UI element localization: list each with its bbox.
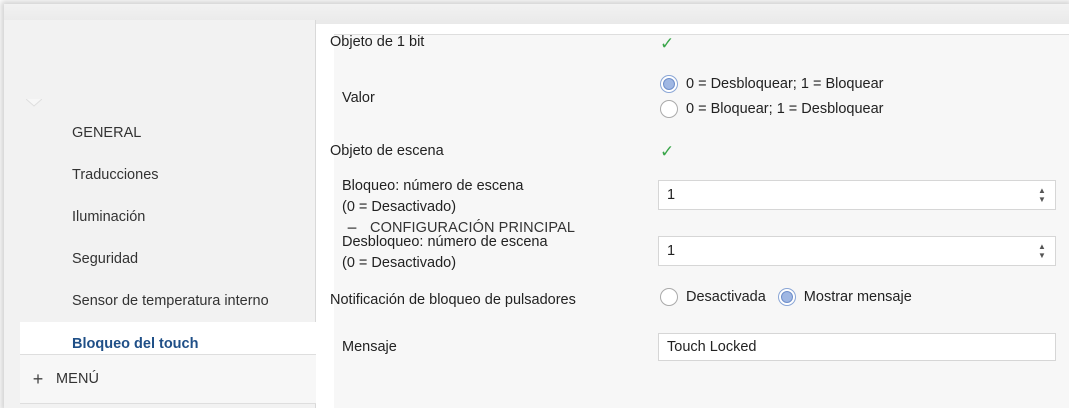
bloqueo-label-line2: (0 = Desactivado) [342, 199, 457, 215]
sidebar-item-seguridad[interactable]: Seguridad [20, 238, 316, 280]
valor-option-1[interactable]: 0 = Desbloquear; 1 = Bloquear [660, 75, 884, 93]
sidebar: − CONFIGURACIÓN PRINCIPAL GENERAL Traduc… [4, 20, 1069, 408]
obj-1bit-checkbox[interactable]: ✓ [660, 36, 676, 53]
desbloqueo-label-line1: Desbloqueo: número de escena [342, 234, 548, 250]
sidebar-item-label: Sensor de temperatura interno [72, 293, 269, 309]
input-value: Touch Locked [667, 339, 757, 355]
notificacion-label: Notificación de bloqueo de pulsadores [330, 292, 576, 308]
mensaje-label: Mensaje [342, 339, 397, 355]
expand-icon: + [32, 368, 44, 389]
desbloqueo-scene-stepper[interactable]: 1 ▲ ▼ [658, 236, 1056, 266]
radio-button-selected[interactable] [660, 75, 678, 93]
sidebar-item-label: Bloqueo del touch [72, 336, 199, 352]
sidebar-item-label: GENERAL [72, 125, 142, 141]
radio-button-selected[interactable] [777, 288, 796, 306]
sidebar-item-label: Traducciones [72, 167, 159, 183]
notificacion-options: Desactivada Mostrar mensaje [660, 288, 912, 306]
desbloqueo-label-line2: (0 = Desactivado) [342, 255, 457, 271]
sidebar-item-general[interactable]: GENERAL [20, 112, 316, 154]
sidebar-items: GENERAL Traducciones Iluminación Segurid… [20, 100, 318, 366]
bloqueo-label-line1: Bloqueo: número de escena [342, 178, 524, 194]
chevron-up-icon[interactable]: ▲ [1037, 242, 1047, 251]
valor-label: Valor [342, 90, 375, 106]
stepper-arrows-icon[interactable]: ▲ ▼ [1037, 242, 1047, 260]
sidebar-item-sensor-temperatura[interactable]: Sensor de temperatura interno [20, 280, 316, 322]
obj-1bit-label: Objeto de 1 bit [330, 34, 425, 50]
sidebar-item-label: Seguridad [72, 251, 139, 267]
chevron-down-icon[interactable]: ▼ [1037, 195, 1047, 204]
settings-panel: Objeto de 1 bit ✓ Valor 0 = Desbloquear;… [330, 20, 1069, 408]
radio-button[interactable] [660, 100, 678, 118]
chevron-up-icon[interactable]: ▲ [1037, 186, 1047, 195]
obj-escena-checkbox[interactable]: ✓ [660, 144, 676, 161]
radio-label: 0 = Bloquear; 1 = Desbloquear [686, 101, 884, 117]
radio-label: Desactivada [686, 289, 766, 305]
obj-escena-label: Objeto de escena [330, 143, 444, 159]
radio-label: 0 = Desbloquear; 1 = Bloquear [686, 76, 884, 92]
bloqueo-scene-stepper[interactable]: 1 ▲ ▼ [658, 180, 1056, 210]
stepper-value: 1 [667, 243, 676, 259]
valor-option-2[interactable]: 0 = Bloquear; 1 = Desbloquear [660, 100, 884, 118]
mensaje-input[interactable]: Touch Locked [658, 333, 1056, 361]
radio-label: Mostrar mensaje [803, 289, 912, 305]
sidebar-item-traducciones[interactable]: Traducciones [20, 154, 316, 196]
sidebar-section-label: MENÚ [56, 371, 100, 387]
chevron-down-icon[interactable]: ▼ [1037, 251, 1047, 260]
stepper-value: 1 [667, 187, 676, 203]
radio-button[interactable] [660, 288, 678, 306]
stepper-arrows-icon[interactable]: ▲ ▼ [1037, 186, 1047, 204]
sidebar-item-iluminacion[interactable]: Iluminación [20, 196, 316, 238]
sidebar-section-menu[interactable]: + MENÚ [20, 354, 316, 404]
sidebar-item-label: Iluminación [72, 209, 146, 225]
